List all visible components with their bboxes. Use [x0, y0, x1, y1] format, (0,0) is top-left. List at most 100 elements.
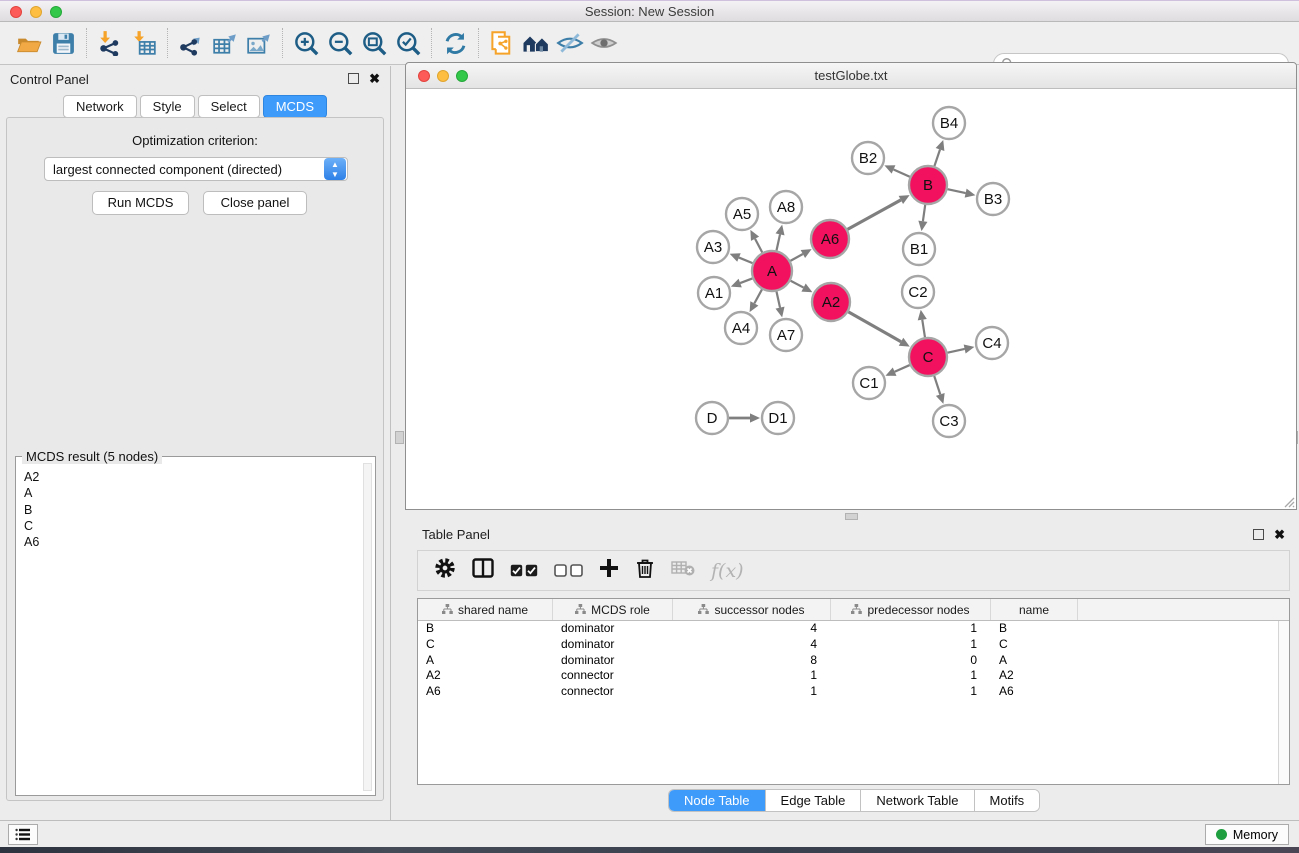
mcds-result-item[interactable]: C — [24, 518, 375, 534]
mcds-result-item[interactable]: A — [24, 485, 375, 501]
mcds-result-item[interactable]: A2 — [24, 469, 375, 485]
column-header-MCDS-role[interactable]: MCDS role — [553, 599, 673, 620]
table-cell[interactable]: dominator — [553, 621, 673, 637]
add-column-icon[interactable] — [599, 558, 619, 583]
table-cell[interactable]: connector — [553, 668, 673, 684]
home-layout-icon[interactable] — [519, 28, 553, 58]
graph-edge[interactable] — [848, 200, 901, 229]
graph-edge[interactable] — [922, 320, 925, 338]
graph-edge[interactable] — [895, 365, 910, 372]
divider-grip-left[interactable] — [395, 431, 404, 444]
new-network-from-selection-icon[interactable] — [485, 28, 519, 58]
graph-edge[interactable] — [740, 278, 752, 283]
graph-edge[interactable] — [755, 239, 762, 253]
network-minimize-traffic-light[interactable] — [437, 70, 449, 82]
table-row[interactable]: Cdominator41C — [418, 637, 1289, 653]
tab-edge-table[interactable]: Edge Table — [766, 790, 862, 811]
graph-edge[interactable] — [776, 292, 780, 308]
close-panel-button[interactable]: Close panel — [203, 191, 307, 215]
hide-selected-icon[interactable] — [553, 28, 587, 58]
column-header-predecessor-nodes[interactable]: predecessor nodes — [831, 599, 991, 620]
graph-edge[interactable] — [791, 281, 804, 288]
criterion-dropdown[interactable]: largest connected component (directed) ▲… — [44, 157, 348, 181]
tab-style[interactable]: Style — [140, 95, 195, 118]
table-cell[interactable]: A — [991, 653, 1078, 669]
table-cell[interactable]: B — [418, 621, 553, 637]
float-panel-icon[interactable] — [348, 73, 359, 84]
network-close-traffic-light[interactable] — [418, 70, 430, 82]
table-cell[interactable]: dominator — [553, 637, 673, 653]
mcds-result-scrollbar[interactable] — [363, 463, 372, 791]
function-builder-icon[interactable]: f(x) — [711, 560, 744, 582]
delete-table-icon[interactable] — [671, 559, 695, 582]
table-cell[interactable]: 1 — [673, 684, 831, 700]
table-cell[interactable]: 0 — [831, 653, 991, 669]
table-cell[interactable]: 4 — [673, 621, 831, 637]
divider-grip-bottom[interactable] — [845, 513, 858, 520]
tab-network[interactable]: Network — [63, 95, 137, 118]
graph-edge[interactable] — [934, 150, 940, 167]
close-table-panel-icon[interactable]: ✖ — [1274, 529, 1285, 540]
graph-edge[interactable] — [754, 289, 762, 303]
table-row[interactable]: A6connector11A6 — [418, 684, 1289, 700]
export-image-icon[interactable] — [242, 28, 276, 58]
column-header-successor-nodes[interactable]: successor nodes — [673, 599, 831, 620]
zoom-out-icon[interactable] — [323, 28, 357, 58]
table-cell[interactable]: 1 — [831, 684, 991, 700]
task-history-button[interactable] — [8, 824, 38, 845]
zoom-selected-icon[interactable] — [391, 28, 425, 58]
table-cell[interactable]: A2 — [991, 668, 1078, 684]
minimize-traffic-light[interactable] — [30, 6, 42, 18]
export-network-icon[interactable] — [174, 28, 208, 58]
table-cell[interactable]: A — [418, 653, 553, 669]
graph-edge[interactable] — [948, 189, 966, 193]
deselect-all-checkboxes-icon[interactable] — [554, 564, 583, 577]
close-traffic-light[interactable] — [10, 6, 22, 18]
show-all-icon[interactable] — [587, 28, 621, 58]
tab-mcds[interactable]: MCDS — [263, 95, 327, 118]
table-row[interactable]: A2connector11A2 — [418, 668, 1289, 684]
save-session-icon[interactable] — [46, 28, 80, 58]
graph-edge[interactable] — [948, 349, 965, 353]
table-row[interactable]: Adominator80A — [418, 653, 1289, 669]
table-cell[interactable]: connector — [553, 684, 673, 700]
refresh-view-icon[interactable] — [438, 28, 472, 58]
delete-column-icon[interactable] — [635, 557, 655, 584]
graph-edge[interactable] — [790, 254, 802, 261]
open-session-icon[interactable] — [12, 28, 46, 58]
graph-edge[interactable] — [923, 205, 925, 221]
table-row[interactable]: Bdominator41B — [418, 621, 1289, 637]
resize-grip-icon[interactable] — [1281, 494, 1295, 508]
graph-edge[interactable] — [894, 169, 910, 176]
export-table-icon[interactable] — [208, 28, 242, 58]
close-panel-icon[interactable]: ✖ — [369, 73, 380, 84]
network-zoom-traffic-light[interactable] — [456, 70, 468, 82]
table-cell[interactable]: A6 — [418, 684, 553, 700]
tab-network-table[interactable]: Network Table — [861, 790, 974, 811]
network-window-titlebar[interactable]: testGlobe.txt — [406, 63, 1296, 89]
graph-edge[interactable] — [934, 376, 940, 394]
graph-edge[interactable] — [739, 258, 753, 264]
tab-motifs[interactable]: Motifs — [975, 790, 1040, 811]
zoom-in-icon[interactable] — [289, 28, 323, 58]
tab-node-table[interactable]: Node Table — [669, 790, 766, 811]
table-cell[interactable]: 1 — [831, 637, 991, 653]
table-cell[interactable]: 4 — [673, 637, 831, 653]
graph-edge[interactable] — [776, 234, 780, 250]
zoom-fit-icon[interactable] — [357, 28, 391, 58]
graph-edge[interactable] — [848, 312, 901, 342]
zoom-traffic-light[interactable] — [50, 6, 62, 18]
table-cell[interactable]: C — [991, 637, 1078, 653]
tab-select[interactable]: Select — [198, 95, 260, 118]
column-header-shared-name[interactable]: shared name — [418, 599, 553, 620]
table-cell[interactable]: 1 — [831, 621, 991, 637]
select-all-checkboxes-icon[interactable] — [510, 564, 538, 577]
mcds-result-item[interactable]: A6 — [24, 534, 375, 550]
import-network-icon[interactable] — [93, 28, 127, 58]
table-cell[interactable]: 1 — [673, 668, 831, 684]
import-table-icon[interactable] — [127, 28, 161, 58]
network-graph-canvas[interactable]: AA1A2A3A4A5A6A7A8BB1B2B3B4CC1C2C3C4DD1 — [406, 89, 1296, 510]
float-table-panel-icon[interactable] — [1253, 529, 1264, 540]
mcds-result-item[interactable]: B — [24, 502, 375, 518]
table-cell[interactable]: 1 — [831, 668, 991, 684]
